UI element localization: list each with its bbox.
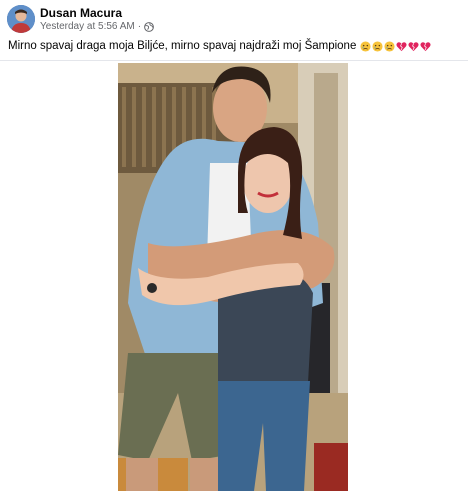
post-header: Dusan Macura Yesterday at 5:56 AM · [0, 0, 468, 36]
globe-icon [144, 22, 154, 32]
sad-face-icon [372, 40, 383, 52]
sad-face-icon [360, 40, 371, 52]
sad-face-icon [384, 40, 395, 52]
post-photo[interactable] [118, 63, 348, 491]
photo-image [118, 63, 348, 491]
post-caption: Mirno spavaj draga moja Biljće, mirno sp… [8, 40, 432, 52]
author-name[interactable]: Dusan Macura [40, 6, 122, 20]
caption-emojis [360, 40, 432, 52]
meta-separator: · [137, 21, 142, 32]
caption-text: Mirno spavaj draga moja Biljće, mirno sp… [8, 40, 357, 52]
avatar-image [7, 5, 35, 33]
facebook-post: Dusan Macura Yesterday at 5:56 AM · Mirn… [0, 0, 468, 491]
author-avatar[interactable] [7, 5, 35, 33]
post-timestamp[interactable]: Yesterday at 5:56 AM [40, 21, 135, 32]
broken-heart-icon [420, 41, 431, 51]
broken-heart-icon [408, 41, 419, 51]
broken-heart-icon [396, 41, 407, 51]
post-media-area [0, 61, 468, 491]
post-meta: Yesterday at 5:56 AM · [40, 21, 154, 32]
